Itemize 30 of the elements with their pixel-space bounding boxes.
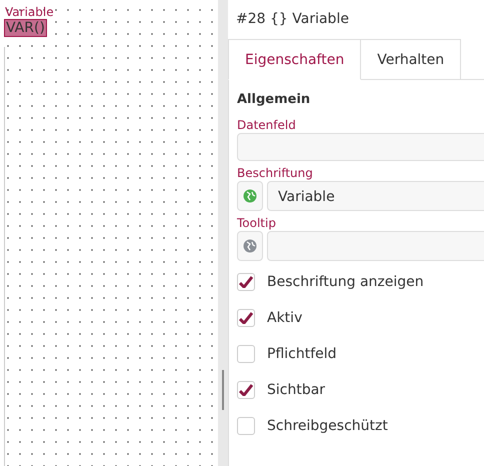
checkbox[interactable] <box>237 417 255 435</box>
variable-element[interactable]: VAR() <box>4 19 47 37</box>
field-label: Tooltip <box>237 215 277 231</box>
checkmark-icon <box>239 384 253 396</box>
checkbox[interactable] <box>237 381 255 399</box>
checkbox-label: Beschriftung anzeigen <box>267 274 424 290</box>
checkmark-icon <box>239 312 253 324</box>
input-field[interactable]: Variable <box>267 181 484 211</box>
input-field[interactable] <box>237 133 484 161</box>
field-label: Datenfeld <box>237 117 297 133</box>
panel-title: #28 {} Variable <box>235 10 350 29</box>
tab[interactable]: Eigenschaften <box>228 39 362 80</box>
translation-button[interactable] <box>237 231 263 261</box>
section-heading: Allgemein <box>237 92 312 107</box>
field-label: Beschriftung <box>237 165 314 181</box>
checkbox-label: Sichtbar <box>267 382 326 398</box>
element-label: Variable <box>4 4 54 19</box>
checkbox-label: Pflichtfeld <box>267 346 337 362</box>
translation-button[interactable] <box>237 181 263 211</box>
checkbox[interactable] <box>237 345 255 363</box>
globe-icon <box>243 189 257 203</box>
checkbox[interactable] <box>237 309 255 327</box>
input-field[interactable] <box>267 231 484 261</box>
splitter-handle[interactable] <box>222 370 224 410</box>
checkbox-label: Schreibgeschützt <box>267 418 388 434</box>
checkbox[interactable] <box>237 273 255 291</box>
checkmark-icon <box>239 276 253 288</box>
tab[interactable]: Verhalten <box>361 39 462 80</box>
checkbox-label: Aktiv <box>267 310 302 326</box>
globe-icon <box>243 239 257 253</box>
